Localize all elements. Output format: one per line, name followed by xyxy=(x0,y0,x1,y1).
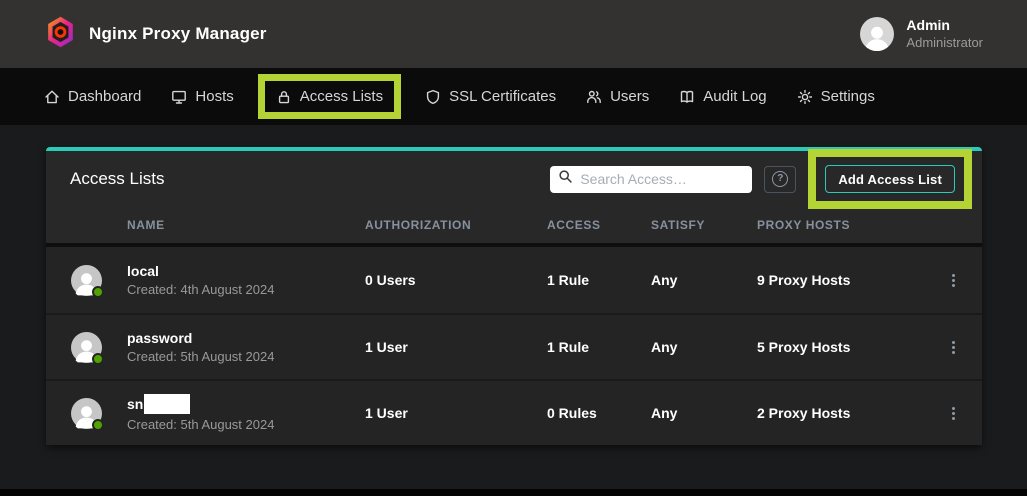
nav-item-audit-log[interactable]: Audit Log xyxy=(679,88,766,105)
avatar xyxy=(71,398,102,429)
proxy-hosts-value: 5 Proxy Hosts xyxy=(757,339,924,355)
add-access-list-button[interactable]: Add Access List xyxy=(825,165,955,193)
app-header: Nginx Proxy Manager Admin Administrator xyxy=(0,0,1027,68)
lock-icon xyxy=(276,89,292,105)
search-box xyxy=(550,166,752,193)
nav-item-ssl-certificates[interactable]: SSL Certificates xyxy=(425,88,556,105)
column-header-satisfy: SATISFY xyxy=(651,218,757,232)
access-value: 0 Rules xyxy=(547,405,651,421)
column-header-name: NAME xyxy=(127,218,365,232)
row-menu-button[interactable] xyxy=(924,335,982,360)
search-icon xyxy=(558,169,573,189)
help-button[interactable]: ? xyxy=(764,166,796,193)
app-title: Nginx Proxy Manager xyxy=(89,24,267,44)
monitor-icon xyxy=(171,89,187,105)
avatar xyxy=(71,332,102,363)
status-online-dot xyxy=(92,286,104,298)
shield-icon xyxy=(425,89,441,105)
status-online-dot xyxy=(92,353,104,365)
satisfy-value: Any xyxy=(651,405,757,421)
user-name: Admin xyxy=(906,17,983,35)
access-value: 1 Rule xyxy=(547,272,651,288)
nav-item-settings[interactable]: Settings xyxy=(797,88,875,105)
column-header-access: ACCESS xyxy=(547,218,651,232)
access-list-name: password xyxy=(127,330,192,346)
home-icon xyxy=(44,89,60,105)
created-date: Created: 4th August 2024 xyxy=(127,282,365,297)
avatar xyxy=(71,265,102,296)
table-row: local Created: 4th August 2024 0 Users 1… xyxy=(46,247,982,313)
users-icon xyxy=(586,89,602,105)
satisfy-value: Any xyxy=(651,339,757,355)
annotation-highlight-add-button: Add Access List xyxy=(808,149,972,209)
nav-item-dashboard[interactable]: Dashboard xyxy=(44,88,141,105)
user-avatar xyxy=(860,17,894,51)
column-header-proxy-hosts: PROXY HOSTS xyxy=(757,218,924,232)
window-bottom-edge xyxy=(0,489,1027,496)
column-header-authorization: AUTHORIZATION xyxy=(365,218,547,232)
nav-item-hosts[interactable]: Hosts xyxy=(171,88,233,105)
annotation-highlight-access-lists: Access Lists xyxy=(258,74,401,119)
table-header: NAME AUTHORIZATION ACCESS SATISFY PROXY … xyxy=(46,207,982,243)
created-date: Created: 5th August 2024 xyxy=(127,349,365,364)
authorization-value: 0 Users xyxy=(365,272,547,288)
gear-icon xyxy=(797,89,813,105)
authorization-value: 1 User xyxy=(365,405,547,421)
row-menu-button[interactable] xyxy=(924,268,982,293)
main-nav: Dashboard Hosts Access Lists SSL Certifi… xyxy=(0,68,1027,125)
page-title: Access Lists xyxy=(70,169,164,189)
access-list-name: sn xyxy=(127,396,143,412)
app-logo-icon xyxy=(46,16,75,53)
nav-item-users[interactable]: Users xyxy=(586,88,649,105)
nav-item-access-lists[interactable]: Access Lists xyxy=(276,88,383,105)
proxy-hosts-value: 2 Proxy Hosts xyxy=(757,405,924,421)
user-role: Administrator xyxy=(906,35,983,51)
row-menu-button[interactable] xyxy=(924,401,982,426)
created-date: Created: 5th August 2024 xyxy=(127,417,365,432)
table-row: sn Created: 5th August 2024 1 User 0 Rul… xyxy=(46,379,982,445)
book-icon xyxy=(679,89,695,105)
satisfy-value: Any xyxy=(651,272,757,288)
status-online-dot xyxy=(92,419,104,431)
brand: Nginx Proxy Manager xyxy=(46,16,267,53)
authorization-value: 1 User xyxy=(365,339,547,355)
access-lists-panel: Access Lists ? Add Access List xyxy=(46,147,982,445)
access-value: 1 Rule xyxy=(547,339,651,355)
search-input[interactable] xyxy=(580,171,744,187)
table-row: password Created: 5th August 2024 1 User… xyxy=(46,313,982,379)
redaction-box xyxy=(144,394,190,414)
content-area: Access Lists ? Add Access List xyxy=(0,125,1027,496)
access-list-name: local xyxy=(127,263,159,279)
user-menu[interactable]: Admin Administrator xyxy=(860,17,983,51)
panel-header: Access Lists ? Add Access List xyxy=(46,151,982,207)
question-circle-icon: ? xyxy=(772,171,788,187)
proxy-hosts-value: 9 Proxy Hosts xyxy=(757,272,924,288)
